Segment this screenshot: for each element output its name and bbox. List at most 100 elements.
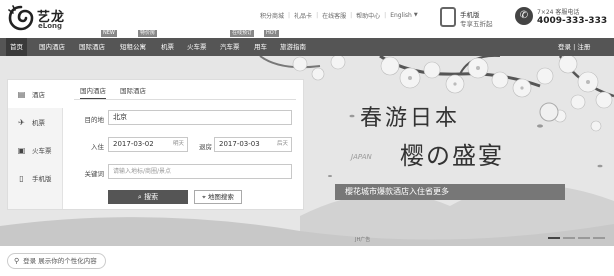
hotel-type-tabs: 国内酒店 国际酒店 bbox=[80, 85, 160, 99]
tab-domestic-hotel[interactable]: 国内酒店 bbox=[80, 85, 106, 99]
divider: | bbox=[384, 11, 387, 19]
phone-icon: ▯ bbox=[19, 173, 24, 183]
tab-label: 酒店 bbox=[32, 91, 45, 99]
keyword-placeholder: 请输入地标/商圈/景点 bbox=[113, 168, 172, 175]
nav-label: 国内酒店 bbox=[39, 43, 65, 51]
checkout-date-input[interactable]: 2017-03-03 后天 bbox=[214, 137, 292, 152]
nav-badge: HOT bbox=[264, 30, 279, 37]
nav-label: 首页 bbox=[10, 43, 23, 51]
nav-badge: 特价房 bbox=[138, 30, 158, 37]
search-button-label: 搜索 bbox=[144, 193, 159, 201]
keyword-input[interactable]: 请输入地标/商圈/景点 bbox=[108, 164, 292, 179]
nav-badge: 在线预订 bbox=[230, 30, 255, 37]
brand-logo[interactable]: 艺龙 eLong bbox=[8, 4, 80, 34]
brand-name-en: eLong bbox=[38, 22, 63, 30]
toplink-language[interactable]: English bbox=[390, 12, 412, 19]
tab-divider bbox=[74, 99, 296, 100]
checkin-label: 入住 bbox=[91, 143, 104, 151]
auth-links: 登录 | 注册 bbox=[558, 38, 590, 56]
toplink-gift-card[interactable]: 礼品卡 bbox=[294, 11, 312, 20]
hero-watermark: JAPAN bbox=[351, 153, 372, 161]
bed-icon: ▤ bbox=[17, 89, 26, 99]
nav-label: 汽车票 bbox=[220, 43, 240, 51]
carousel-dot[interactable] bbox=[578, 237, 590, 239]
map-search-label: 地图搜索 bbox=[207, 193, 234, 201]
search-icon: ⌕ bbox=[137, 193, 142, 201]
destination-label: 目的地 bbox=[84, 116, 105, 124]
hero-subtitle: 樱の盛宴 bbox=[400, 142, 504, 170]
nav-label: 短租公寓 bbox=[120, 43, 146, 51]
tab-flight[interactable]: ✈ 机票 bbox=[8, 108, 63, 136]
telephone-icon: ✆ bbox=[515, 7, 533, 25]
chevron-down-icon: ▼ bbox=[413, 12, 418, 18]
nav-label: 火车票 bbox=[187, 43, 207, 51]
page: 艺龙 eLong 积分商城 | 礼品卡 | 在线客服 | 帮助中心 | Engl… bbox=[0, 0, 614, 276]
nav-label: 国际酒店 bbox=[79, 43, 105, 51]
carousel-indicators bbox=[548, 237, 605, 239]
search-button[interactable]: ⌕ 搜索 bbox=[108, 190, 188, 204]
map-search-button[interactable]: ⌖ 地图搜索 bbox=[194, 190, 242, 204]
train-icon: ▣ bbox=[17, 145, 26, 155]
location-pin-icon: ⚲ bbox=[14, 257, 20, 265]
checkin-date-input[interactable]: 2017-03-02 明天 bbox=[108, 137, 188, 152]
top-bar: 艺龙 eLong 积分商城 | 礼品卡 | 在线客服 | 帮助中心 | Engl… bbox=[0, 0, 614, 38]
personalization-login[interactable]: ⚲ 登录 展示你的个性化内容 bbox=[7, 253, 106, 269]
hero-promo-strip[interactable]: 樱花城市爆款酒店入住省更多 bbox=[335, 184, 565, 200]
carousel-dot[interactable] bbox=[593, 237, 605, 239]
nav-apartment[interactable]: 特价房 短租公寓 bbox=[120, 30, 158, 56]
nav-bus[interactable]: 在线预订 汽车票 bbox=[220, 30, 255, 56]
nav-flights[interactable]: 机票 bbox=[161, 38, 174, 56]
tab-train[interactable]: ▣ 火车票 bbox=[8, 136, 63, 164]
checkin-value: 2017-03-02 bbox=[113, 140, 154, 148]
register-link[interactable]: 注册 bbox=[577, 43, 590, 51]
personalization-text: 登录 展示你的个性化内容 bbox=[23, 257, 97, 265]
hero-title: 春游日本 bbox=[360, 106, 461, 131]
search-panel: ▤ 酒店 ✈ 机票 ▣ 火车票 ▯ 手机版 国内酒店 国际酒店 目的地 北京 入… bbox=[7, 79, 304, 210]
toplink-online-service[interactable]: 在线客服 bbox=[322, 11, 346, 20]
destination-value: 北京 bbox=[113, 113, 127, 121]
tab-mobile[interactable]: ▯ 手机版 bbox=[8, 164, 63, 192]
checkin-hint: 明天 bbox=[172, 141, 184, 147]
checkout-label: 退房 bbox=[199, 143, 212, 151]
nav-badge: NEW bbox=[101, 30, 117, 37]
nav-train[interactable]: 火车票 bbox=[187, 38, 207, 56]
nav-label: 用车 bbox=[254, 43, 267, 51]
tab-international-hotel[interactable]: 国际酒店 bbox=[120, 85, 146, 99]
destination-input[interactable]: 北京 bbox=[108, 110, 292, 125]
nav-domestic-hotel[interactable]: 国内酒店 bbox=[39, 38, 65, 56]
carousel-dot[interactable] bbox=[548, 237, 560, 239]
top-links: 积分商城 | 礼品卡 | 在线客服 | 帮助中心 | English ▼ bbox=[260, 10, 418, 20]
product-tabs: ▤ 酒店 ✈ 机票 ▣ 火车票 ▯ 手机版 bbox=[8, 80, 64, 209]
toplink-help-center[interactable]: 帮助中心 bbox=[356, 11, 380, 20]
tab-label: 火车票 bbox=[32, 147, 52, 155]
tab-hotel[interactable]: ▤ 酒店 bbox=[8, 80, 64, 108]
hotline-number: 4009-333-333 bbox=[537, 16, 608, 26]
carousel-dot[interactable] bbox=[563, 237, 575, 239]
hotline-label: 7×24 客服电话 bbox=[537, 9, 580, 16]
main-nav: 首页 国内酒店 NEW 国际酒店 特价房 短租公寓 机票 火车票 在线预订 汽车… bbox=[0, 30, 614, 56]
ad-tag: JH广告 bbox=[355, 237, 371, 243]
nav-home[interactable]: 首页 bbox=[6, 38, 27, 56]
app-promo-subtitle: 专享五折起 bbox=[460, 20, 493, 28]
nav-travel-guide[interactable]: 旅游指南 bbox=[280, 38, 306, 56]
keyword-label: 关键词 bbox=[84, 170, 105, 178]
nav-label: 旅游指南 bbox=[280, 43, 306, 51]
divider: | bbox=[288, 11, 291, 19]
divider: | bbox=[316, 11, 319, 19]
checkout-value: 2017-03-03 bbox=[219, 140, 260, 148]
nav-international-hotel[interactable]: NEW 国际酒店 bbox=[79, 30, 117, 56]
mobile-phone-icon bbox=[440, 7, 456, 27]
nav-label: 机票 bbox=[161, 43, 174, 51]
app-promo[interactable]: 手机版 专享五折起 bbox=[440, 5, 500, 31]
checkout-hint: 后天 bbox=[276, 141, 288, 147]
map-pin-icon: ⌖ bbox=[202, 193, 206, 201]
login-link[interactable]: 登录 bbox=[558, 43, 571, 51]
divider: | bbox=[350, 11, 353, 19]
plane-icon: ✈ bbox=[18, 117, 25, 127]
tab-label: 手机版 bbox=[32, 175, 52, 183]
dragon-logo-icon bbox=[8, 5, 34, 31]
tab-label: 机票 bbox=[32, 119, 45, 127]
hotline: ✆ 7×24 客服电话 4009-333-333 bbox=[515, 5, 611, 31]
nav-car-rental[interactable]: HOT 用车 bbox=[254, 30, 279, 56]
toplink-points-mall[interactable]: 积分商城 bbox=[260, 11, 284, 20]
